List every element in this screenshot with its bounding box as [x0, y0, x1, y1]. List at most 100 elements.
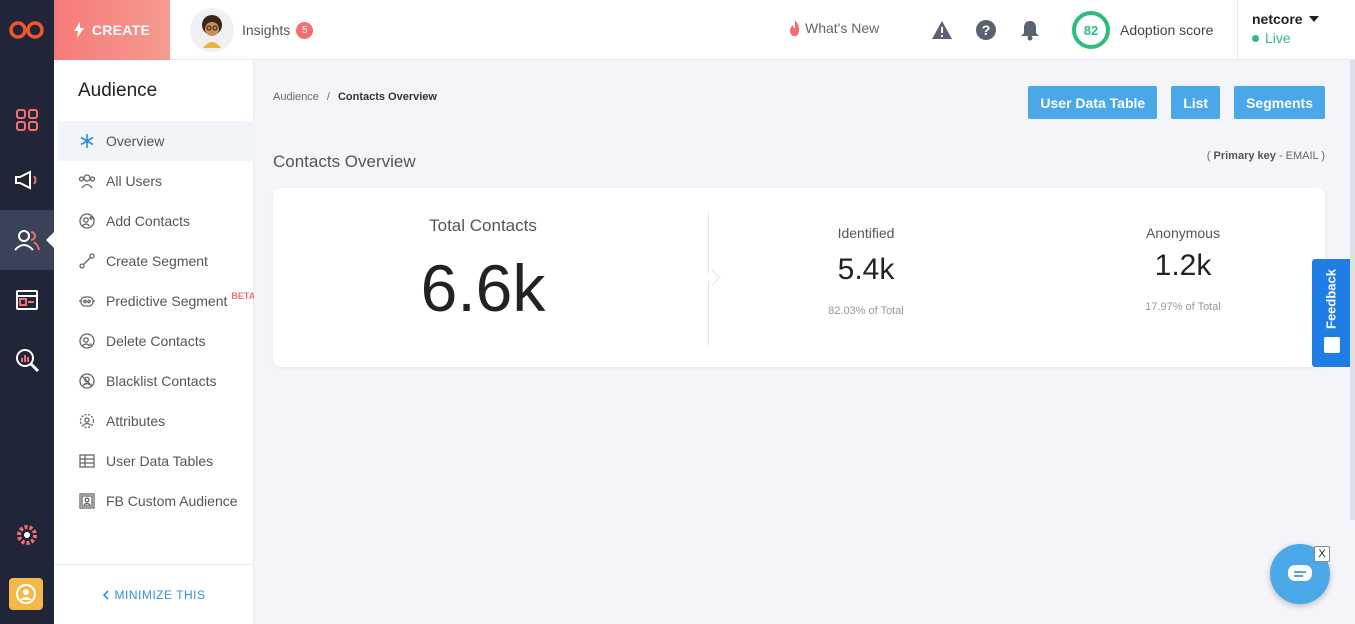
create-label: CREATE [91, 22, 151, 38]
total-contacts-stat: Total Contacts 6.6k [273, 188, 693, 367]
whats-new-link[interactable]: What's New [789, 20, 879, 36]
insights-avatar [190, 8, 234, 52]
adoption-score-value: 82 [1072, 11, 1110, 49]
anonymous-label: Anonymous [1146, 225, 1220, 241]
minimize-label: MINIMIZE THIS [114, 587, 206, 602]
svg-text:?: ? [982, 22, 991, 38]
chevron-down-icon [1308, 16, 1319, 22]
subnav-item-add-contacts[interactable]: Add Contacts [58, 201, 254, 241]
main-content: Audience / Contacts Overview User Data Tab… [254, 60, 1355, 624]
page-scrollbar[interactable] [1350, 60, 1355, 520]
subnav-item-all-users[interactable]: All Users [58, 161, 254, 201]
header-actions: User Data Table List Segments [1028, 86, 1325, 119]
warning-icon [932, 21, 952, 39]
total-contacts-value: 6.6k [420, 251, 546, 325]
user-data-table-button[interactable]: User Data Table [1028, 86, 1158, 119]
identified-label: Identified [837, 225, 895, 241]
segment-icon [78, 252, 96, 270]
beta-badge: BETA [231, 291, 254, 301]
list-button[interactable]: List [1171, 86, 1221, 119]
notifications-button[interactable] [1019, 19, 1041, 41]
subnav-item-user-data-tables[interactable]: User Data Tables [58, 441, 254, 481]
adoption-score[interactable]: 82 Adoption score [1072, 11, 1213, 49]
subnav-item-label: Create Segment [106, 253, 208, 269]
user-avatar[interactable] [9, 578, 43, 610]
subnav-item-fb-custom-audience[interactable]: FB Custom Audience [58, 481, 254, 521]
segments-button[interactable]: Segments [1234, 86, 1325, 119]
adoption-score-label: Adoption score [1120, 22, 1214, 38]
primary-key-value: - EMAIL ) [1275, 150, 1325, 162]
snowflake-icon [78, 132, 96, 150]
breadcrumb-root[interactable]: Audience [273, 91, 319, 103]
subnav-item-overview[interactable]: Overview [58, 121, 254, 161]
block-user-icon [78, 372, 96, 390]
alert-button[interactable] [931, 19, 953, 41]
total-contacts-label: Total Contacts [429, 216, 537, 235]
brand-logo[interactable] [0, 0, 54, 60]
help-icon: ? [976, 20, 996, 40]
analytics-search-icon [16, 349, 40, 373]
add-user-icon [78, 212, 96, 230]
subnav-title: Audience [78, 80, 158, 101]
chat-bubble-icon [1288, 565, 1312, 581]
flame-icon [790, 20, 800, 36]
whats-new-label: What's New [805, 20, 880, 36]
contacts-overview-card: Total Contacts 6.6k Identified 5.4k 82.0… [273, 188, 1325, 367]
gear-icon [17, 525, 37, 545]
rail-web[interactable] [0, 270, 54, 330]
robot-icon [78, 292, 96, 310]
subnav-item-label: All Users [106, 173, 163, 189]
help-button[interactable]: ? [975, 19, 997, 41]
identified-stat: Identified 5.4k 82.03% of Total [716, 188, 1016, 317]
rail-dashboard[interactable] [0, 90, 54, 150]
feedback-tab[interactable]: Feedback [1312, 259, 1350, 367]
dashboard-icon [16, 109, 38, 131]
rail-audience[interactable] [0, 210, 54, 270]
browser-icon [16, 290, 38, 310]
subnav-item-label: User Data Tables [106, 453, 214, 469]
subnav-item-predictive-segment[interactable]: Predictive Segment BETA [58, 281, 254, 321]
insights-button[interactable]: Insights 5 [190, 8, 314, 52]
breadcrumb-separator: / [326, 91, 330, 103]
rail-analytics[interactable] [0, 330, 54, 390]
chat-close-button[interactable]: X [1314, 546, 1330, 562]
subnav-item-label: Add Contacts [106, 213, 191, 229]
subnav-item-label: Attributes [106, 413, 166, 429]
card-divider [708, 212, 709, 347]
create-button[interactable]: CREATE [54, 0, 170, 60]
live-status-dot [1252, 34, 1259, 42]
subnav-item-label: Blacklist Contacts [106, 373, 217, 389]
rail-campaigns[interactable] [0, 150, 54, 210]
identified-value: 5.4k [837, 253, 895, 286]
audience-icon [14, 230, 40, 251]
chevron-left-icon [102, 589, 109, 600]
subnav-item-label: Delete Contacts [106, 333, 206, 349]
minimize-sidebar-button[interactable]: MINIMIZE THIS [54, 564, 254, 624]
primary-key-label: Primary key [1213, 150, 1276, 162]
user-avatar-icon [16, 584, 36, 604]
subnav-item-attributes[interactable]: Attributes [58, 401, 254, 441]
insights-badge: 5 [296, 21, 314, 39]
top-bar: CREATE Insights 5 What's New ? 82 Adopti… [54, 0, 1355, 60]
attributes-icon [78, 412, 96, 430]
netcore-logo-icon [9, 21, 44, 39]
delete-user-icon [78, 332, 96, 350]
feedback-icon [1324, 337, 1340, 353]
lightning-icon [73, 22, 84, 38]
mascot-avatar-icon [202, 15, 222, 48]
left-rail [0, 0, 54, 624]
table-icon [78, 452, 96, 470]
account-switcher[interactable]: netcore Live [1237, 0, 1319, 60]
rail-settings[interactable] [0, 505, 54, 565]
breadcrumb-current: Contacts Overview [337, 91, 437, 103]
subnav-item-delete-contacts[interactable]: Delete Contacts [58, 321, 254, 361]
fb-audience-icon [78, 492, 96, 510]
subnav-item-label: Overview [106, 133, 165, 149]
subnav-item-label: FB Custom Audience [106, 493, 238, 509]
feedback-label: Feedback [1323, 269, 1339, 329]
subnav-item-blacklist-contacts[interactable]: Blacklist Contacts [58, 361, 254, 401]
page-title: Contacts Overview [273, 152, 416, 171]
anonymous-value: 1.2k [1154, 249, 1212, 282]
subnav-item-create-segment[interactable]: Create Segment [58, 241, 254, 281]
anonymous-stat: Anonymous 1.2k 17.97% of Total [1033, 188, 1333, 313]
